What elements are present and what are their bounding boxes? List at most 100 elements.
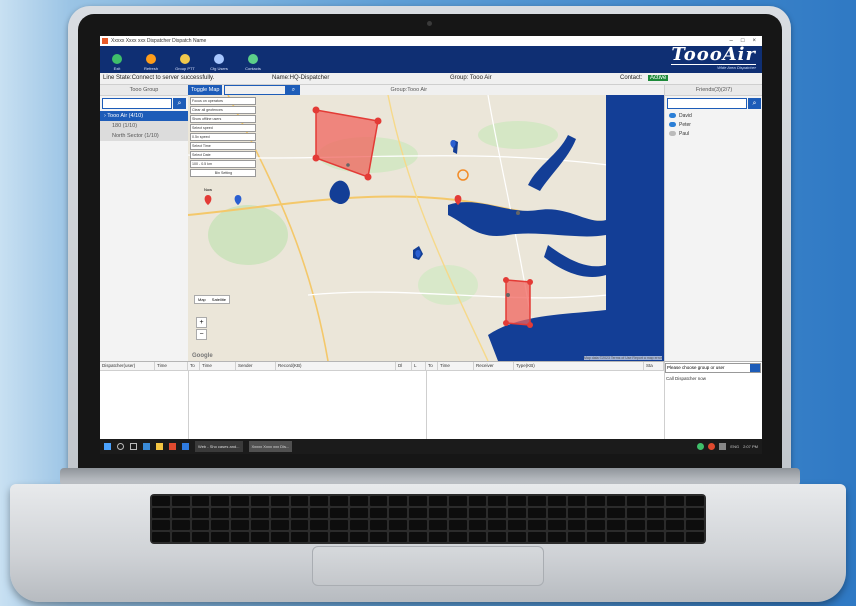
contacts-label: Contacts [245,66,261,71]
friend-item[interactable]: Peter [665,120,762,129]
keyboard-key [587,520,606,530]
toggle-map-button[interactable]: Toggle Map [188,85,223,95]
keyboard-key [310,532,329,542]
keyboard-key [508,496,526,506]
column-header[interactable]: Type(KB) [514,362,644,370]
column-header[interactable]: L [412,362,426,370]
chevron-right-icon: › [104,113,106,119]
group-item-180[interactable]: 180 (1/10) [100,121,188,131]
show-offline-control[interactable]: Show offline users [190,115,256,123]
friend-item[interactable]: Paul [665,129,762,138]
keyboard-key [231,508,249,518]
keyboard-key [448,508,467,518]
map-type-map[interactable]: Map [198,297,206,302]
cfg-users-button[interactable]: Cfg Users [202,46,236,73]
alert-icon[interactable] [708,443,716,450]
sent-log-pane: To Time Receiver Type(KB) Sta [426,362,665,440]
search-icon[interactable]: ⌕ [173,98,186,109]
exit-button[interactable]: Exit [100,46,134,73]
search-icon[interactable]: ⌕ [286,85,301,95]
system-tray: ENG 2:07 PM [697,443,762,450]
taskbar-app-web[interactable]: Web - Sho cases and... [195,441,243,452]
column-header[interactable]: Dispatcher(user) [100,362,155,370]
column-header[interactable]: Record(KB) [276,362,396,370]
taskbar-app-dispatcher[interactable]: Xxxxx Xxxx xxx Dis... [248,441,293,452]
group-user-select[interactable]: Please choose group or user [665,363,761,373]
search-icon[interactable] [117,443,124,450]
bin-setting-button[interactable]: Bin Setting [190,169,256,177]
keyboard-key [330,496,348,506]
map-type-switch: Map Satellite [194,295,231,304]
group-item-tooo-air[interactable]: › Tooo Air (4/10) [100,111,188,121]
user-icon [669,122,676,127]
clock[interactable]: 2:07 PM [743,444,758,449]
contacts-button[interactable]: Contacts [236,46,270,73]
refresh-icon [146,54,156,64]
chevron-down-icon[interactable] [750,364,760,372]
keyboard-key [250,532,269,542]
network-icon[interactable] [697,443,705,450]
range-dropdown[interactable]: 100 - 0.5 km [190,160,256,168]
logo-text: ToooAir [671,44,756,65]
map-canvas[interactable]: Focus on operators Clear all geofences S… [188,95,664,361]
contact-label: Contact: [620,75,643,81]
dispatcher-log-pane: Dispatcher(user) Time [100,362,189,440]
main-toolbar: Exit Refresh Group PTT Cfg Users Contact… [100,46,762,73]
office-icon[interactable] [169,443,176,450]
column-header[interactable]: Sender [236,362,276,370]
select-speed-dropdown[interactable]: Select speed [190,124,256,132]
keyboard-key [686,532,704,542]
keyboard-key [270,508,289,518]
keyboard-key [646,508,665,518]
friend-item[interactable]: David [665,111,762,120]
keyboard-key [567,508,586,518]
focus-operators-control[interactable]: Focus on operators [190,97,256,105]
map-type-satellite[interactable]: Satellite [212,297,226,302]
column-header[interactable]: To [426,362,438,370]
zoom-out-button[interactable]: − [196,329,207,340]
keyboard-key [191,508,210,518]
keyboard-key [389,520,408,530]
column-header[interactable]: Time [438,362,474,370]
keyboard-key [270,520,289,530]
keyboard-key [152,532,170,542]
edge-icon[interactable] [143,443,150,450]
clear-geofences-control[interactable]: Clear all geofences [190,106,256,114]
select-date-dropdown[interactable]: Select Date [190,151,256,159]
column-header[interactable]: Receiver [474,362,514,370]
keyboard-key [369,520,388,530]
keyboard-key [488,508,507,518]
zoom-in-button[interactable]: + [196,317,207,328]
group-search-input[interactable] [102,98,172,109]
keyboard-key [429,532,447,542]
column-header[interactable]: Time [155,362,188,370]
keyboard-key [231,532,249,542]
keyboard-key [191,520,210,530]
speed-value-dropdown[interactable]: 0.5x speed [190,133,256,141]
search-icon[interactable]: ⌕ [748,98,761,109]
map-search-input[interactable] [224,85,287,95]
windows-start-icon[interactable] [104,443,111,450]
refresh-button[interactable]: Refresh [134,46,168,73]
group-ptt-button[interactable]: Group PTT [168,46,202,73]
keyboard-key [349,532,368,542]
folder-icon[interactable] [156,443,163,450]
keyboard-key [191,496,210,506]
group-item-north-sector[interactable]: North Sector (1/10) [100,131,188,141]
language-indicator[interactable]: ENG [730,444,739,449]
column-header[interactable]: To [188,362,200,370]
task-view-icon[interactable] [130,443,137,450]
keyboard-key [250,496,269,506]
group-panel-header: Tooo Group [100,85,188,96]
column-header[interactable]: Time [200,362,236,370]
keyboard-key [171,496,190,506]
column-header[interactable]: Dl [396,362,412,370]
keyboard-key [547,532,566,542]
keyboard-key [508,532,526,542]
volume-icon[interactable] [719,443,727,450]
keyboard-key [626,520,645,530]
browser-icon[interactable] [182,443,189,450]
select-time-dropdown[interactable]: Select Time [190,142,256,150]
column-header[interactable]: Sta [644,362,664,370]
friend-search-input[interactable] [667,98,747,109]
